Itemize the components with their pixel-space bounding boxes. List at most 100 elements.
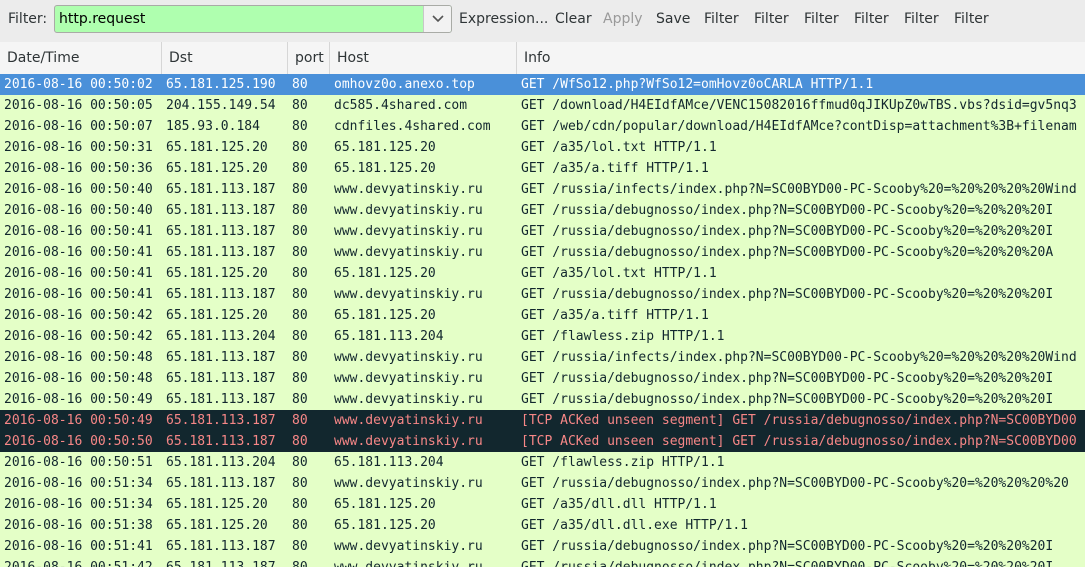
packet-info-cell: GET /russia/infects/index.php?N=SC00BYD0… bbox=[521, 350, 1077, 365]
packet-host-cell: 65.181.125.20 bbox=[334, 518, 436, 533]
packet-time-cell: 2016-08-16 00:51:41 bbox=[4, 539, 153, 554]
packet-port-cell: 80 bbox=[292, 455, 308, 470]
packet-dst-cell: 65.181.113.187 bbox=[166, 224, 276, 239]
filter-history-dropdown[interactable] bbox=[423, 6, 451, 32]
apply-button[interactable]: Apply bbox=[603, 11, 643, 27]
packet-info-cell: GET /a35/a.tiff HTTP/1.1 bbox=[521, 308, 709, 323]
packet-port-cell: 80 bbox=[292, 413, 308, 428]
packet-time-cell: 2016-08-16 00:50:48 bbox=[4, 350, 153, 365]
expression-button[interactable]: Expression... bbox=[459, 11, 548, 27]
packet-row[interactable]: 2016-08-16 00:50:41 65.181.113.187 80 www.d… bbox=[0, 242, 1085, 263]
packet-list: 2016-08-16 00:50:02 65.181.125.190 80 omhov… bbox=[0, 74, 1085, 567]
packet-time-cell: 2016-08-16 00:50:41 bbox=[4, 266, 153, 281]
display-filter-toolbar: Filter: Expression... Clear Apply Save F… bbox=[0, 0, 1085, 42]
packet-row[interactable]: 2016-08-16 00:50:40 65.181.113.187 80 www.d… bbox=[0, 200, 1085, 221]
filter-button-4[interactable]: Filter bbox=[854, 11, 889, 27]
packet-dst-cell: 185.93.0.184 bbox=[166, 119, 260, 134]
packet-dst-cell: 65.181.113.204 bbox=[166, 329, 276, 344]
packet-dst-cell: 65.181.113.187 bbox=[166, 245, 276, 260]
packet-port-cell: 80 bbox=[292, 140, 308, 155]
filter-button-5[interactable]: Filter bbox=[904, 11, 939, 27]
chevron-down-icon bbox=[431, 15, 444, 23]
packet-row[interactable]: 2016-08-16 00:51:38 65.181.125.20 80 65.181… bbox=[0, 515, 1085, 536]
packet-dst-cell: 65.181.113.187 bbox=[166, 287, 276, 302]
packet-row[interactable]: 2016-08-16 00:50:07 185.93.0.184 80 cdnfile… bbox=[0, 116, 1085, 137]
packet-port-cell: 80 bbox=[292, 350, 308, 365]
filter-button-3[interactable]: Filter bbox=[804, 11, 839, 27]
packet-host-cell: www.devyatinskiy.ru bbox=[334, 245, 483, 260]
packet-row[interactable]: 2016-08-16 00:50:48 65.181.113.187 80 www.d… bbox=[0, 347, 1085, 368]
packet-row[interactable]: 2016-08-16 00:51:34 65.181.125.20 80 65.181… bbox=[0, 494, 1085, 515]
packet-dst-cell: 65.181.113.187 bbox=[166, 392, 276, 407]
display-filter-input[interactable] bbox=[55, 6, 429, 32]
packet-time-cell: 2016-08-16 00:50:48 bbox=[4, 371, 153, 386]
packet-time-cell: 2016-08-16 00:50:07 bbox=[4, 119, 153, 134]
packet-row[interactable]: 2016-08-16 00:50:05 204.155.149.54 80 dc585… bbox=[0, 95, 1085, 116]
packet-host-cell: www.devyatinskiy.ru bbox=[334, 434, 483, 449]
packet-host-cell: 65.181.113.204 bbox=[334, 329, 444, 344]
packet-host-cell: www.devyatinskiy.ru bbox=[334, 350, 483, 365]
clear-button[interactable]: Clear bbox=[555, 11, 592, 27]
packet-info-cell: GET /russia/debugnosso/index.php?N=SC00B… bbox=[521, 557, 1085, 567]
packet-dst-cell: 65.181.113.187 bbox=[166, 557, 288, 567]
packet-row[interactable]: 2016-08-16 00:50:50 65.181.113.187 80 www.d… bbox=[0, 431, 1085, 452]
packet-dst-cell: 65.181.125.20 bbox=[166, 140, 268, 155]
packet-host-cell: 65.181.125.20 bbox=[334, 266, 436, 281]
packet-row[interactable]: 2016-08-16 00:50:42 65.181.113.204 80 65.18… bbox=[0, 326, 1085, 347]
packet-info-cell: GET /a35/lol.txt HTTP/1.1 bbox=[521, 140, 717, 155]
packet-row[interactable]: 2016-08-16 00:50:41 65.181.113.187 80 www.d… bbox=[0, 284, 1085, 305]
column-header-host[interactable]: Host bbox=[330, 42, 517, 74]
packet-dst-cell: 65.181.113.187 bbox=[166, 203, 276, 218]
packet-info-cell: GET /russia/debugnosso/index.php?N=SC00B… bbox=[521, 539, 1054, 554]
display-filter-box[interactable] bbox=[54, 5, 452, 33]
packet-dst-cell: 65.181.125.20 bbox=[166, 161, 268, 176]
filter-button-6[interactable]: Filter bbox=[954, 11, 989, 27]
packet-host-cell: 65.181.125.20 bbox=[334, 161, 436, 176]
packet-host-cell: www.devyatinskiy.ru bbox=[334, 371, 483, 386]
filter-button-1[interactable]: Filter bbox=[704, 11, 739, 27]
packet-host-cell: omhovz0o.anexo.top bbox=[334, 77, 475, 92]
packet-dst-cell: 65.181.113.187 bbox=[166, 371, 276, 386]
packet-port-cell: 80 bbox=[292, 329, 308, 344]
column-header-datetime[interactable]: Date/Time bbox=[0, 42, 162, 74]
packet-host-cell: 65.181.125.20 bbox=[334, 140, 436, 155]
packet-row[interactable]: 2016-08-16 00:50:41 65.181.125.20 80 65.181… bbox=[0, 263, 1085, 284]
packet-row[interactable]: 2016-08-16 00:50:51 65.181.113.204 80 65.18… bbox=[0, 452, 1085, 473]
packet-row[interactable]: 2016-08-16 00:50:40 65.181.113.187 80 www.d… bbox=[0, 179, 1085, 200]
packet-port-cell: 80 bbox=[292, 161, 308, 176]
packet-row[interactable]: 2016-08-16 00:50:41 65.181.113.187 80 www.d… bbox=[0, 221, 1085, 242]
packet-time-cell: 2016-08-16 00:50:31 bbox=[4, 140, 153, 155]
packet-row[interactable]: 2016-08-16 00:50:31 65.181.125.20 80 65.181… bbox=[0, 137, 1085, 158]
packet-dst-cell: 65.181.125.20 bbox=[166, 266, 268, 281]
packet-time-cell: 2016-08-16 00:50:36 bbox=[4, 161, 153, 176]
packet-row[interactable]: 2016-08-16 00:51:42 65.181.113.187 80 www.d… bbox=[0, 557, 1085, 567]
packet-time-cell: 2016-08-16 00:50:42 bbox=[4, 308, 153, 323]
packet-info-cell: GET /russia/debugnosso/index.php?N=SC00B… bbox=[521, 392, 1054, 407]
packet-time-cell: 2016-08-16 00:50:05 bbox=[4, 98, 153, 113]
packet-row[interactable]: 2016-08-16 00:50:02 65.181.125.190 80 omhov… bbox=[0, 74, 1085, 95]
packet-row[interactable]: 2016-08-16 00:51:34 65.181.113.187 80 www.d… bbox=[0, 473, 1085, 494]
packet-row[interactable]: 2016-08-16 00:50:42 65.181.125.20 80 65.181… bbox=[0, 305, 1085, 326]
packet-time-cell: 2016-08-16 00:51:34 bbox=[4, 497, 153, 512]
column-header-dst[interactable]: Dst bbox=[162, 42, 288, 74]
packet-info-cell: GET /russia/debugnosso/index.php?N=SC00B… bbox=[521, 476, 1069, 491]
packet-port-cell: 80 bbox=[292, 203, 308, 218]
packet-host-cell: cdnfiles.4shared.com bbox=[334, 119, 491, 134]
packet-dst-cell: 65.181.125.190 bbox=[166, 77, 276, 92]
packet-list-header: Date/Time Dst port Host Info bbox=[0, 42, 1085, 75]
packet-time-cell: 2016-08-16 00:51:38 bbox=[4, 518, 153, 533]
packet-row[interactable]: 2016-08-16 00:51:41 65.181.113.187 80 www.d… bbox=[0, 536, 1085, 557]
column-header-info[interactable]: Info bbox=[517, 42, 1085, 74]
packet-port-cell: 80 bbox=[292, 557, 328, 567]
packet-time-cell: 2016-08-16 00:50:41 bbox=[4, 245, 153, 260]
packet-row[interactable]: 2016-08-16 00:50:49 65.181.113.187 80 www.d… bbox=[0, 410, 1085, 431]
packet-port-cell: 80 bbox=[292, 182, 308, 197]
packet-port-cell: 80 bbox=[292, 266, 308, 281]
packet-row[interactable]: 2016-08-16 00:50:48 65.181.113.187 80 www.d… bbox=[0, 368, 1085, 389]
packet-row[interactable]: 2016-08-16 00:50:49 65.181.113.187 80 www.d… bbox=[0, 389, 1085, 410]
packet-row[interactable]: 2016-08-16 00:50:36 65.181.125.20 80 65.181… bbox=[0, 158, 1085, 179]
column-header-port[interactable]: port bbox=[288, 42, 330, 74]
packet-info-cell: GET /a35/a.tiff HTTP/1.1 bbox=[521, 161, 709, 176]
save-button[interactable]: Save bbox=[656, 11, 690, 27]
filter-button-2[interactable]: Filter bbox=[754, 11, 789, 27]
